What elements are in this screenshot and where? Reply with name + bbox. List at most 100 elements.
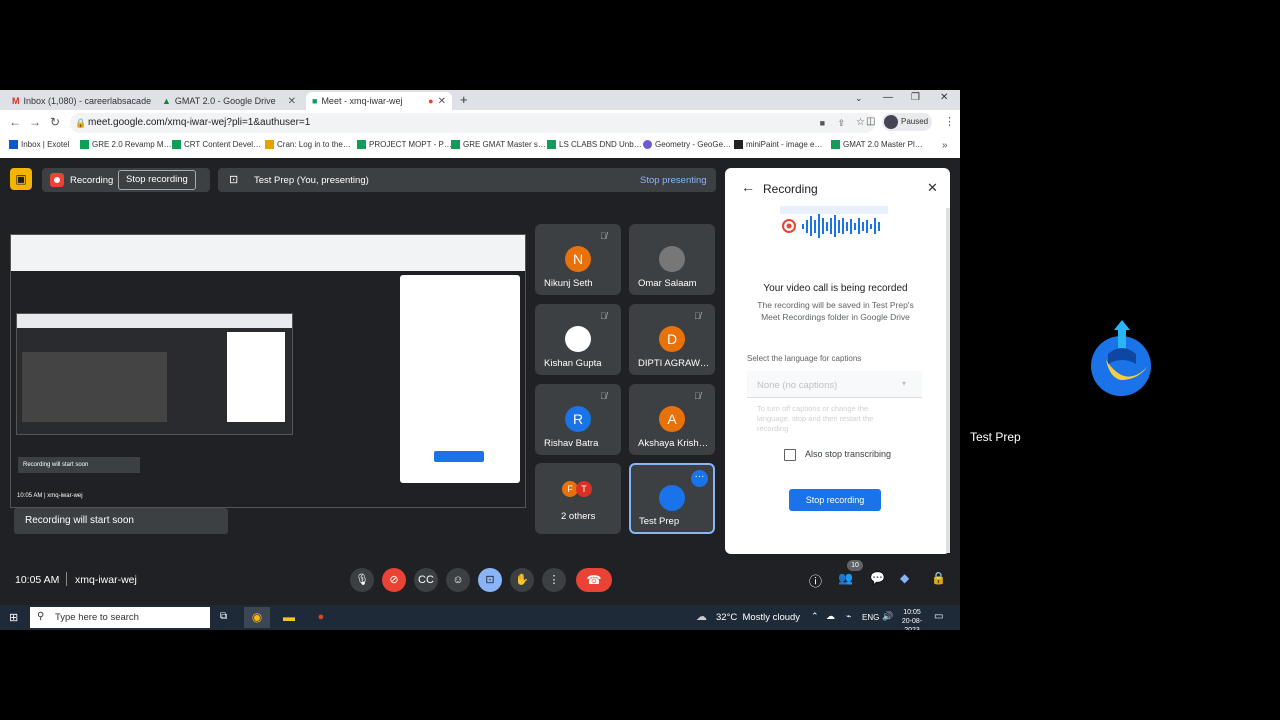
minimize-icon[interactable]: — [883,92,893,103]
bookmarks-bar: Inbox | Exotel GRE 2.0 Revamp M… CRT Con… [0,136,960,159]
windows-start-icon[interactable]: ⊞ [9,611,18,624]
emoji-icon[interactable]: ☺ [446,568,470,592]
close-icon[interactable]: ✕ [438,96,446,107]
powerpoint-icon[interactable]: ● [308,607,334,628]
tab-drive[interactable]: ▲ GMAT 2.0 - Google Drive ✕ [156,92,302,110]
mic-off-icon: 🎙̸ [600,311,607,321]
activities-icon[interactable]: ◆ [900,571,909,585]
activities-icon[interactable]: ▣ [10,168,32,190]
participant-name: 2 others [561,511,596,522]
sidepanel-icon[interactable]: ◫ [866,116,875,127]
participant-tile[interactable]: 🎙̸ D DIPTI AGRAW… [629,304,715,375]
bookmark-item[interactable]: GMAT 2.0 Master Pl… [831,140,923,149]
bookmark-label: Inbox | Exotel [21,140,70,149]
bookmark-item[interactable]: Cran: Log in to the… [265,140,351,149]
bookmark-item[interactable]: miniPaint - image e… [734,140,822,149]
participant-tile[interactable]: 🎙̸ R Rishav Batra [535,384,621,455]
cran-icon [265,140,274,149]
people-icon[interactable]: 👥 [838,571,853,585]
close-panel-icon[interactable]: ✕ [927,180,938,196]
tray-chevron-icon[interactable]: ⌃ [811,611,819,622]
sheets-icon [547,140,556,149]
profile-status: Paused [901,117,929,126]
present-screen-icon[interactable]: ⊡ [478,568,502,592]
close-icon[interactable]: ✕ [288,96,296,107]
forward-icon[interactable]: → [29,115,41,129]
network-icon[interactable]: ⌁ [846,611,851,622]
bookmark-item[interactable]: GRE 2.0 Revamp M… [80,140,172,149]
close-window-icon[interactable]: ✕ [940,92,948,103]
participant-name: Rishav Batra [544,438,599,449]
host-controls-icon[interactable]: 🔒 [931,571,946,585]
back-arrow-icon[interactable]: ← [741,179,755,195]
participant-tile[interactable]: Omar Salaam [629,224,715,295]
maximize-icon[interactable]: ❐ [911,92,920,103]
file-explorer-icon[interactable]: ▬ [276,607,302,628]
tab-meet[interactable]: ■ Meet - xmq-iwar-wej ● ✕ [306,92,452,110]
chrome-icon[interactable]: ◉ [244,607,270,628]
reload-icon[interactable]: ↻ [50,115,60,129]
new-tab-button[interactable]: + [460,92,468,107]
hang-up-icon[interactable]: ☎ [576,568,612,592]
participant-name: Omar Salaam [638,278,697,289]
meeting-code: xmq-iwar-wej [75,574,137,586]
panel-scrollbar[interactable] [946,208,950,553]
captions-icon[interactable]: CC [414,568,438,592]
bookmark-item[interactable]: LS CLABS DND Unb… [547,140,642,149]
raise-hand-icon[interactable]: ✋ [510,568,534,592]
share-icon[interactable]: ⇪ [837,113,845,133]
notifications-icon[interactable]: ▭ [934,611,943,622]
stop-recording-button[interactable]: Stop recording [789,489,881,511]
participant-tile[interactable]: 🎙̸ Kishan Gupta [535,304,621,375]
weather-text[interactable]: 32°C Mostly cloudy [716,612,800,623]
camera-icon[interactable]: ■ [820,113,825,133]
participant-tile-self[interactable]: ··· Test Prep [629,463,715,534]
exotel-icon [9,140,18,149]
bookmark-item[interactable]: CRT Content Devel… [172,140,261,149]
participant-name: Test Prep [639,516,680,527]
camera-off-icon[interactable]: ⊘ [382,568,406,592]
lock-icon: 🔒 [75,118,87,128]
menu-icon[interactable]: ⋮ [944,115,955,128]
more-options-icon[interactable]: ⋮ [542,568,566,592]
stop-recording-top-button[interactable]: Stop recording [118,170,196,190]
avatar: N [565,246,591,272]
chat-icon[interactable]: 💬 [870,571,885,585]
task-view-icon[interactable]: ⧉ [220,611,227,622]
more-bookmarks-icon[interactable]: » [942,140,948,151]
participant-tile[interactable]: 🎙̸ A Akshaya Krish… [629,384,715,455]
tab-search-icon[interactable]: ⌄ [855,93,863,104]
stop-transcribing-checkbox[interactable] [784,449,796,461]
bookmark-item[interactable]: PROJECT MOPT - P… [357,140,452,149]
record-icon [50,173,64,187]
recording-bar: Recording Stop recording [42,168,210,192]
avatar [565,326,591,352]
captions-label: Select the language for captions [747,354,862,363]
more-options-icon[interactable]: ··· [691,470,708,487]
participant-tile-others[interactable]: FT 2 others [535,463,621,534]
meet-icon: ■ [312,96,318,106]
tab-inbox[interactable]: M Inbox (1,080) - careerlabsacade… ✕ [6,92,152,110]
recording-illustration [780,206,888,238]
profile-button[interactable]: Paused [882,113,932,131]
tab-label: Meet - xmq-iwar-wej [321,96,403,106]
info-icon[interactable]: ⓘ [809,571,822,590]
bookmark-item[interactable]: GRE GMAT Master s… [451,140,546,149]
participant-tile[interactable]: 🎙̸ N Nikunj Seth [535,224,621,295]
shared-browser-bar [11,235,525,271]
volume-icon[interactable]: 🔊 [882,611,893,622]
tab-label: GMAT 2.0 - Google Drive [174,96,276,106]
stop-presenting-button[interactable]: Stop presenting [640,175,707,186]
star-icon[interactable]: ☆ [856,113,865,133]
address-bar[interactable]: 🔒 meet.google.com/xmq-iwar-wej?pli=1&aut… [70,113,875,133]
nested-screen [16,313,293,435]
bookmark-item[interactable]: Inbox | Exotel [9,140,69,149]
bookmark-item[interactable]: Geometry - GeoGe… [643,140,731,149]
onedrive-icon[interactable]: ☁ [826,611,835,622]
clock[interactable]: 10:05 20-08-2023 [896,608,928,630]
language-indicator[interactable]: ENG [862,613,879,622]
bookmark-label: Cran: Log in to the… [277,140,351,149]
back-icon[interactable]: ← [9,115,21,129]
taskbar-search-input[interactable]: ⚲ Type here to search [30,607,210,628]
mic-icon[interactable]: 🎙 [350,568,374,592]
